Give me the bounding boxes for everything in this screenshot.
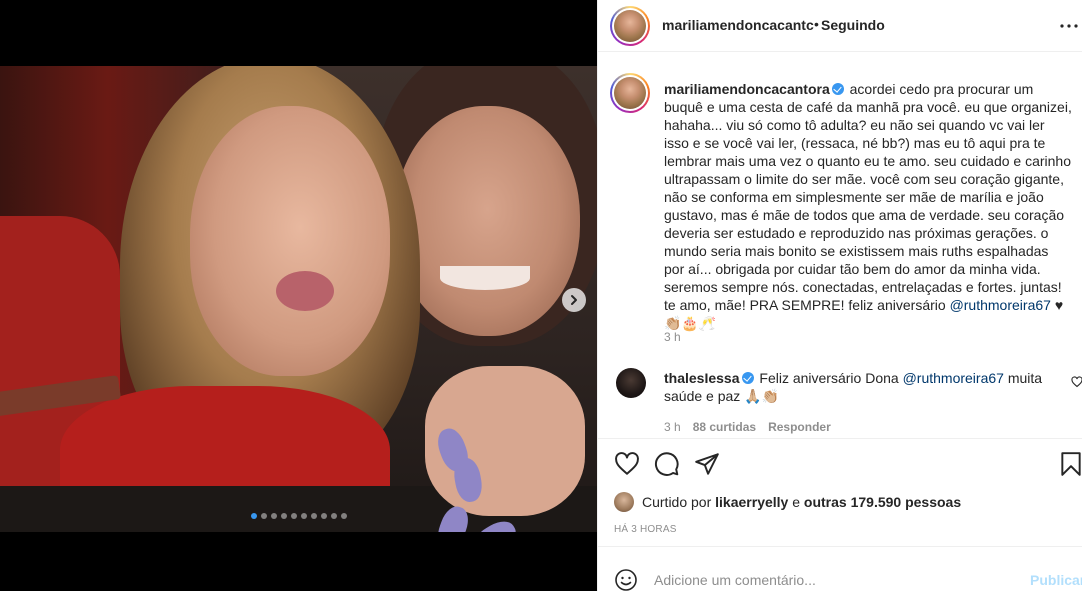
carousel-dot[interactable] [340, 513, 347, 519]
carousel-dot[interactable] [270, 513, 277, 519]
post-actions [598, 438, 1082, 488]
carousel-dot[interactable] [290, 513, 297, 519]
comment-mention[interactable]: @ruthmoreira67 [903, 370, 1004, 386]
post-header: mariliamendoncacantc • Seguindo [598, 0, 1082, 52]
comment-input[interactable] [654, 571, 1014, 589]
likes-user[interactable]: likaerryelly [715, 494, 788, 510]
next-arrow-icon[interactable] [562, 288, 586, 312]
caption-avatar[interactable] [610, 73, 650, 113]
comment-box: Publicar [598, 546, 1082, 591]
comment-time[interactable]: 3 h [664, 420, 681, 434]
carousel-dot[interactable] [300, 513, 307, 519]
likes-prefix: Curtido por [642, 494, 712, 510]
verified-icon [831, 83, 844, 95]
emoji-icon[interactable] [614, 568, 638, 591]
carousel-dot[interactable] [280, 513, 287, 519]
post-panel: mariliamendoncacantc • Seguindo mariliam… [597, 0, 1082, 591]
comment: thalesIessa Feliz aniversário Dona @ruth… [664, 369, 1056, 405]
author-username[interactable]: mariliamendoncacantc [662, 17, 814, 33]
comment-like-icon[interactable] [1071, 375, 1082, 393]
likes-summary: Curtido por likaerryelly e outras 179.59… [614, 492, 961, 512]
comment-meta: 3 h 88 curtidas Responder [664, 420, 831, 434]
post-timestamp[interactable]: HÁ 3 HORAS [614, 524, 677, 535]
heart-icon[interactable] [614, 451, 640, 477]
post-media [0, 0, 597, 591]
header-separator: • [814, 16, 819, 32]
publish-button[interactable]: Publicar [1030, 572, 1082, 588]
comment-icon[interactable] [654, 451, 680, 477]
comments-area[interactable]: mariliamendoncacantora acordei cedo pra … [598, 53, 1082, 437]
carousel-dot[interactable] [310, 513, 317, 519]
commenter-avatar[interactable] [616, 368, 646, 398]
liker-avatar[interactable] [614, 492, 634, 512]
likes-others[interactable]: outras 179.590 pessoas [804, 494, 961, 510]
bookmark-icon[interactable] [1058, 451, 1082, 477]
carousel-dot[interactable] [260, 513, 267, 519]
post-photo [0, 66, 597, 532]
carousel-dot[interactable] [250, 513, 257, 519]
comment-username[interactable]: thalesIessa [664, 370, 740, 386]
comment-likes[interactable]: 88 curtidas [693, 420, 756, 434]
share-icon[interactable] [694, 451, 720, 477]
more-icon[interactable] [1060, 14, 1078, 38]
carousel-dot[interactable] [320, 513, 327, 519]
caption-mention[interactable]: @ruthmoreira67 [950, 297, 1051, 313]
likes-middle: e [792, 494, 801, 510]
comment-text: Feliz aniversário Dona [759, 370, 899, 386]
verified-icon [741, 372, 754, 384]
carousel-dots [0, 513, 597, 519]
caption-time[interactable]: 3 h [664, 330, 681, 344]
caption-text: acordei cedo pra procurar um buquê e uma… [664, 81, 1072, 313]
reply-button[interactable]: Responder [768, 420, 831, 434]
carousel-dot[interactable] [330, 513, 337, 519]
likes-text: Curtido por likaerryelly e outras 179.59… [642, 494, 961, 510]
caption-username[interactable]: mariliamendoncacantora [664, 81, 830, 97]
caption: mariliamendoncacantora acordei cedo pra … [664, 80, 1072, 332]
author-avatar[interactable] [610, 6, 650, 46]
follow-status-button[interactable]: Seguindo [821, 17, 885, 33]
